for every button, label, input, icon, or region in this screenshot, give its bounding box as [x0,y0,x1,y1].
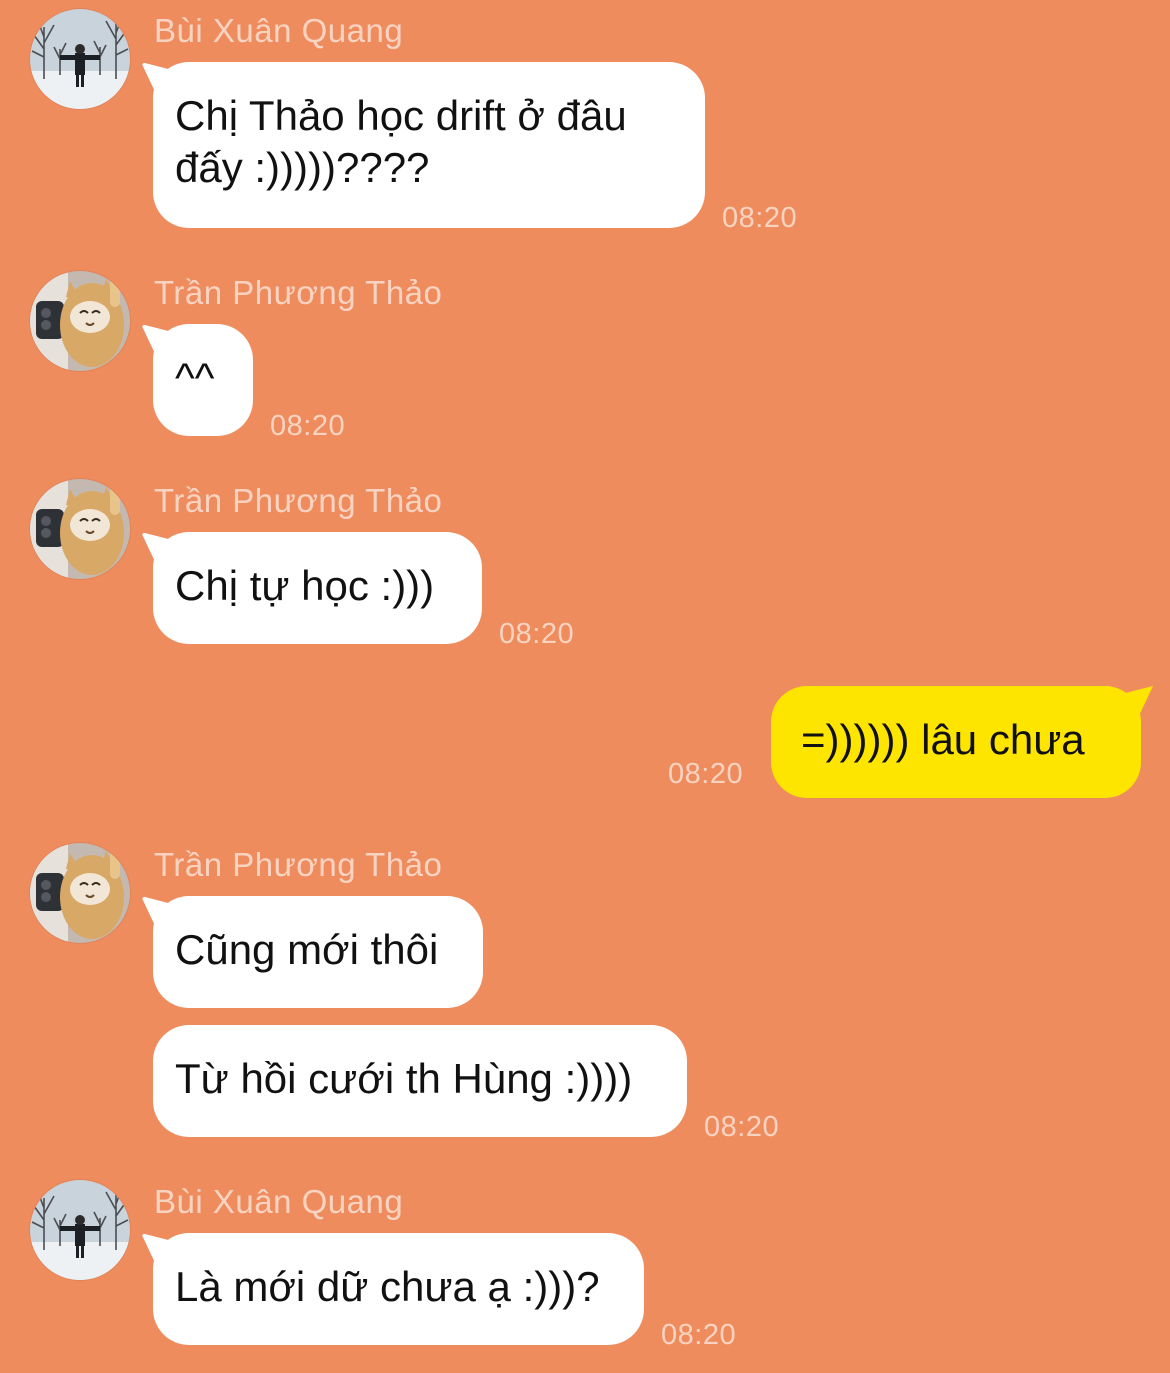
sender-avatar[interactable] [30,9,130,109]
message-text: Chị tự học :))) [175,562,435,609]
sender-name: Bùi Xuân Quang [154,1183,404,1220]
sender-name: Trần Phương Thảo [154,482,443,519]
message-text: ^^ [175,354,215,401]
message-time: 08:20 [499,618,575,650]
chat-thread: Bùi Xuân Quang Chị Thảo học drift ở đâu … [0,0,1170,1373]
cat-selfie-avatar-image [30,843,130,943]
message-bubble[interactable]: Từ hồi cưới th Hùng :)))) [153,1025,687,1137]
sender-name: Bùi Xuân Quang [154,12,404,49]
message-bubble[interactable]: Chị Thảo học drift ở đâu đấy :)))))???? [153,62,705,228]
message-time: 08:20 [668,758,744,790]
message-bubble[interactable]: ^^ [153,324,253,436]
message-bubble[interactable]: Là mới dữ chưa ạ :)))? [153,1233,644,1345]
sender-avatar[interactable] [30,479,130,579]
cat-selfie-avatar-image [30,479,130,579]
message-text: Chị Thảo học drift ở đâu đấy :)))))???? [175,92,627,191]
man-in-snow-avatar-image [30,9,130,109]
message-time: 08:20 [704,1111,780,1143]
message-text: Từ hồi cưới th Hùng :)))) [175,1055,633,1102]
message-time: 08:20 [661,1319,737,1351]
sender-name: Trần Phương Thảo [154,846,443,883]
message-text: Là mới dữ chưa ạ :)))? [175,1263,600,1310]
message-bubble[interactable]: Chị tự học :))) [153,532,482,644]
message-bubble[interactable]: Cũng mới thôi [153,896,483,1008]
sender-avatar[interactable] [30,843,130,943]
message-time: 08:20 [270,410,346,442]
my-message-bubble[interactable]: =)))))) lâu chưa [771,686,1141,798]
sender-avatar[interactable] [30,271,130,371]
cat-selfie-avatar-image [30,271,130,371]
message-time: 08:20 [722,202,798,234]
message-text: Cũng mới thôi [175,926,439,973]
sender-name: Trần Phương Thảo [154,274,443,311]
man-in-snow-avatar-image [30,1180,130,1280]
sender-avatar[interactable] [30,1180,130,1280]
message-text: =)))))) lâu chưa [801,716,1085,763]
